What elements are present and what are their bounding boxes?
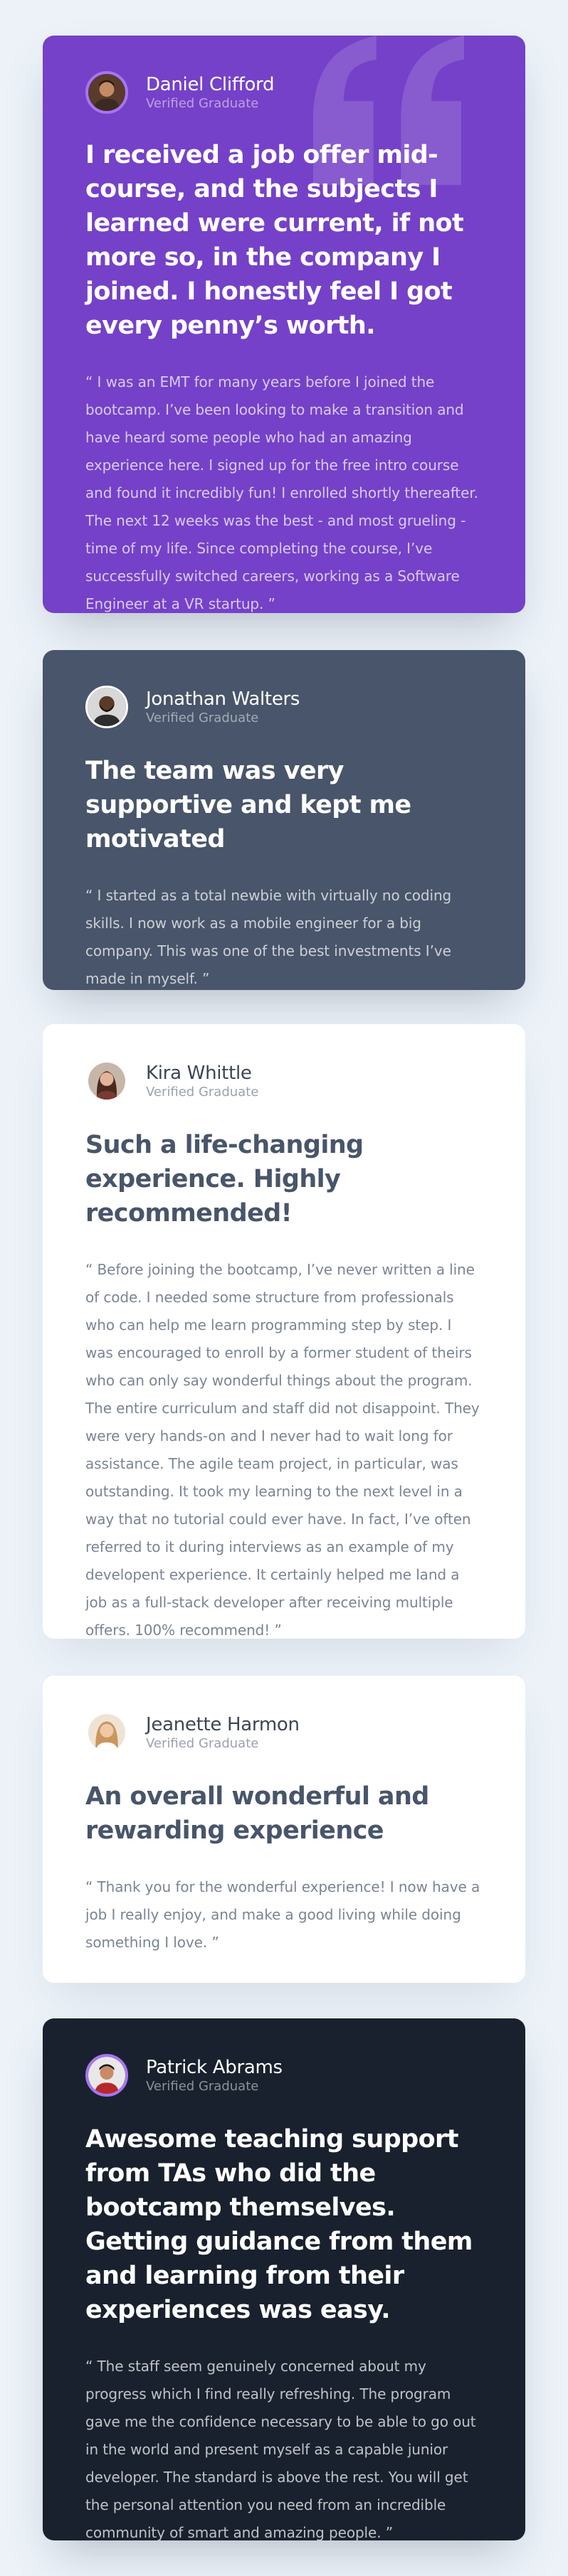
testimonial-header: Kira Whittle Verified Graduate bbox=[85, 1060, 483, 1102]
author-role: Verified Graduate bbox=[146, 1735, 259, 1751]
author-name: Kira Whittle bbox=[146, 1062, 252, 1084]
testimonial-headline: Such a life-changing experience. Highly … bbox=[85, 1131, 364, 1228]
testimonial-card-kira: Kira Whittle Verified Graduate Such a li… bbox=[43, 1024, 525, 1639]
author-role: Verified Graduate bbox=[146, 1084, 259, 1100]
author-name: Patrick Abrams bbox=[146, 2056, 283, 2078]
testimonial-body: “ Thank you for the wonderful experience… bbox=[85, 1878, 480, 1951]
testimonial-body: “ I was an EMT for many years before I j… bbox=[85, 373, 478, 612]
testimonial-body: “ The staff seem genuinely concerned abo… bbox=[85, 2358, 476, 2540]
avatar bbox=[85, 1711, 128, 1754]
testimonial-header: Daniel Clifford Verified Graduate bbox=[85, 71, 483, 114]
testimonial-headline: The team was very supportive and kept me… bbox=[85, 757, 411, 853]
testimonial-headline: Awesome teaching support from TAs who di… bbox=[85, 2125, 473, 2324]
author-role: Verified Graduate bbox=[146, 95, 259, 111]
testimonial-header: Patrick Abrams Verified Graduate bbox=[85, 2054, 483, 2097]
testimonial-header: Jeanette Harmon Verified Graduate bbox=[85, 1711, 483, 1754]
testimonial-body: “ I started as a total newbie with virtu… bbox=[85, 887, 452, 987]
avatar bbox=[85, 686, 128, 728]
testimonial-card-daniel: Daniel Clifford Verified Graduate I rece… bbox=[43, 36, 525, 613]
testimonial-card-jonathan: Jonathan Walters Verified Graduate The t… bbox=[43, 650, 525, 990]
author-role: Verified Graduate bbox=[146, 2078, 259, 2094]
testimonial-card-patrick: Patrick Abrams Verified Graduate Awesome… bbox=[43, 2018, 525, 2540]
author-name: Jeanette Harmon bbox=[146, 1713, 300, 1735]
testimonial-body: “ Before joining the bootcamp, I’ve neve… bbox=[85, 1261, 480, 1639]
testimonial-header: Jonathan Walters Verified Graduate bbox=[85, 686, 483, 728]
author-role: Verified Graduate bbox=[146, 710, 259, 725]
testimonial-card-jeanette: Jeanette Harmon Verified Graduate An ove… bbox=[43, 1676, 525, 1983]
testimonial-headline: I received a job offer mid-course, and t… bbox=[85, 141, 464, 340]
author-name: Daniel Clifford bbox=[146, 73, 275, 95]
testimonial-headline: An overall wonderful and rewarding exper… bbox=[85, 1782, 429, 1845]
avatar bbox=[85, 71, 128, 114]
avatar bbox=[85, 2054, 128, 2097]
avatar bbox=[85, 1060, 128, 1102]
author-name: Jonathan Walters bbox=[146, 688, 300, 710]
